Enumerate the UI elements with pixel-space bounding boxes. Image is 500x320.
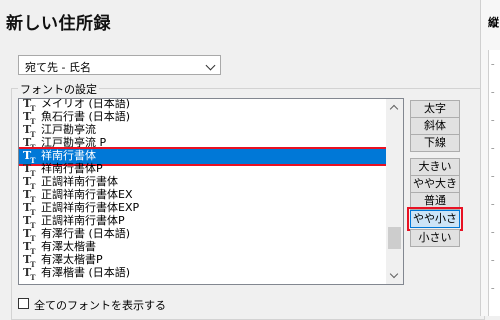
size-small-button[interactable]: 小さい xyxy=(410,229,460,247)
font-list-item[interactable]: TT 正調祥南行書体P xyxy=(19,214,391,231)
font-name-label: 江戸勘亭流 xyxy=(41,123,96,136)
font-name-label: 祥南行書体P xyxy=(41,162,103,175)
truetype-font-icon: TT xyxy=(23,240,36,257)
show-all-fonts-label[interactable]: 全てのフォントを表示する xyxy=(34,297,166,313)
font-list-item[interactable]: TT 江戸勘亭流 P xyxy=(19,136,391,153)
font-name-label: 正調祥南行書体EXP xyxy=(41,201,140,214)
size-large-button[interactable]: 大きい xyxy=(410,158,460,176)
preview-strip: – – – – – – – – – xyxy=(488,50,500,316)
preview-mark: – xyxy=(491,228,495,236)
scrollbar-thumb[interactable] xyxy=(388,227,401,249)
font-name-label: 正調祥南行書体EX xyxy=(41,188,133,201)
truetype-font-icon: TT xyxy=(23,266,36,283)
truetype-font-icon: TT xyxy=(23,253,36,270)
bold-button[interactable]: 太字 xyxy=(410,100,460,118)
size-normal-button[interactable]: 普通 xyxy=(410,192,460,210)
preview-mark: – xyxy=(491,60,495,68)
scroll-up-arrow-icon[interactable] xyxy=(386,99,403,115)
preview-mark: – xyxy=(491,284,495,292)
preview-panel-title: 縦 xyxy=(488,16,499,29)
font-name-label: 正調祥南行書体P xyxy=(41,214,125,227)
font-name-label: 有澤太楷書 xyxy=(41,240,96,253)
font-list-item[interactable]: TT 祥南行書体P xyxy=(19,162,391,179)
font-name-label: 正調祥南行書体 xyxy=(41,175,118,188)
font-list-item[interactable]: TT 江戸勘亭流 xyxy=(19,123,391,140)
truetype-font-icon: TT xyxy=(23,227,36,244)
font-list[interactable]: TT メイリオ (日本語) TT 魚石行書 (日本語) TT 江戸勘亭流 TT 江戸勘亭流 P… xyxy=(18,98,404,285)
field-selector-dropdown[interactable]: 宛て先 - 氏名 xyxy=(18,55,221,75)
font-name-label: 魚石行書 (日本語) xyxy=(41,110,131,123)
dialog-title: 新しい住所録 xyxy=(6,14,111,34)
truetype-font-icon: TT xyxy=(23,162,36,179)
truetype-font-icon: TT xyxy=(23,110,36,127)
preview-mark: – xyxy=(491,256,495,264)
truetype-font-icon: TT xyxy=(23,149,36,166)
font-list-item[interactable]: TT 有澤太楷書P xyxy=(19,253,391,270)
truetype-font-icon: TT xyxy=(23,188,36,205)
size-slightly-large-button[interactable]: やや大きい xyxy=(410,175,460,206)
underline-button[interactable]: 下線 xyxy=(410,134,460,152)
font-name-label: 江戸勘亭流 P xyxy=(41,136,107,149)
font-list-item[interactable]: TT 有澤楷書 (日本語) xyxy=(19,266,391,283)
font-list-item[interactable]: TT 魚石行書 (日本語) xyxy=(19,110,391,127)
show-all-fonts-checkbox[interactable] xyxy=(18,298,29,309)
font-list-item[interactable]: TT 有澤太楷書 xyxy=(19,240,391,257)
chevron-down-icon xyxy=(205,60,216,71)
field-selector-value: 宛て先 - 氏名 xyxy=(25,61,91,74)
italic-button[interactable]: 斜体 xyxy=(410,117,460,135)
preview-mark: – xyxy=(491,172,495,180)
font-name-label: 有澤太楷書P xyxy=(41,253,103,266)
font-name-label: 祥南行書体 xyxy=(41,149,96,162)
truetype-font-icon: TT xyxy=(23,136,36,153)
preview-mark: – xyxy=(491,144,495,152)
font-name-label: 有澤行書 (日本語) xyxy=(41,227,131,240)
scroll-down-arrow-icon[interactable] xyxy=(386,268,403,284)
truetype-font-icon: TT xyxy=(23,175,36,192)
truetype-font-icon: TT xyxy=(23,123,36,140)
truetype-font-icon: TT xyxy=(23,201,36,218)
size-slightly-small-button[interactable]: やや小さい xyxy=(407,207,463,241)
font-list-item[interactable]: TT 正調祥南行書体 xyxy=(19,175,391,192)
preview-mark: – xyxy=(491,200,495,208)
truetype-font-icon: TT xyxy=(23,214,36,231)
font-list-scrollbar[interactable] xyxy=(386,98,404,285)
preview-mark: – xyxy=(491,88,495,96)
font-list-item[interactable]: TT 正調祥南行書体EX xyxy=(19,188,391,205)
font-name-label: 有澤楷書 (日本語) xyxy=(41,266,131,279)
font-list-item[interactable]: TT 有澤行書 (日本語) xyxy=(19,227,391,244)
font-settings-label: フォントの設定 xyxy=(18,81,99,97)
font-list-item[interactable]: TT 正調祥南行書体EXP xyxy=(19,201,391,218)
preview-mark: – xyxy=(491,116,495,124)
